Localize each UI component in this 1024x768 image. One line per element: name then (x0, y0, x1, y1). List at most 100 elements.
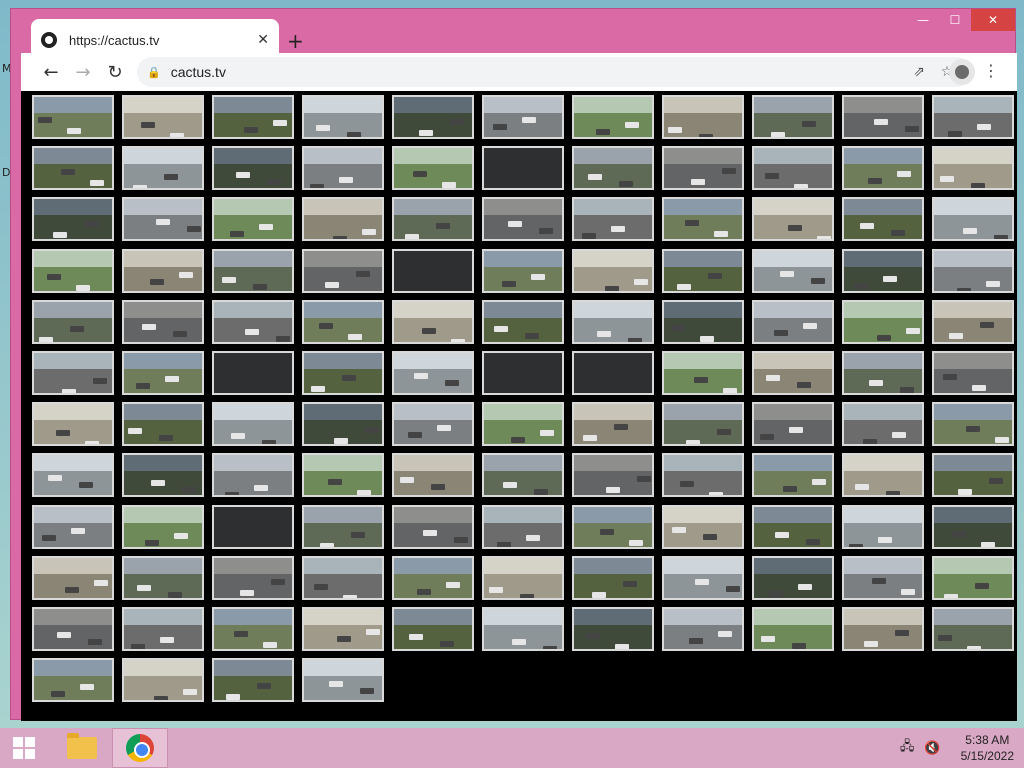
camera-thumbnail[interactable] (842, 607, 924, 651)
camera-thumbnail[interactable] (392, 197, 474, 242)
camera-thumbnail[interactable] (392, 95, 474, 139)
camera-thumbnail[interactable] (212, 607, 294, 651)
network-icon[interactable]: 🖧 (900, 737, 915, 759)
camera-thumbnail[interactable] (392, 402, 474, 447)
camera-thumbnail[interactable] (572, 197, 654, 242)
camera-thumbnail-offline[interactable] (392, 248, 474, 293)
camera-thumbnail[interactable] (122, 607, 204, 651)
close-window-button[interactable]: ✕ (971, 9, 1015, 31)
camera-thumbnail[interactable] (572, 402, 654, 447)
camera-thumbnail[interactable] (932, 95, 1014, 139)
camera-thumbnail[interactable] (32, 248, 114, 293)
camera-thumbnail[interactable] (32, 95, 114, 139)
camera-thumbnail[interactable] (662, 197, 744, 242)
camera-thumbnail[interactable] (32, 299, 114, 344)
camera-thumbnail[interactable] (122, 351, 204, 395)
url-text[interactable]: cactus.tv (171, 64, 905, 80)
share-icon[interactable]: ⇗ (905, 64, 933, 80)
camera-thumbnail[interactable] (122, 555, 204, 600)
camera-thumbnail[interactable] (932, 607, 1014, 651)
camera-thumbnail[interactable] (482, 504, 564, 549)
camera-thumbnail[interactable] (482, 607, 564, 651)
camera-thumbnail[interactable] (212, 658, 294, 703)
camera-thumbnail[interactable] (752, 197, 834, 242)
camera-thumbnail[interactable] (32, 197, 114, 242)
system-clock[interactable]: 5:38 AM 5/15/2022 (961, 732, 1014, 764)
camera-thumbnail[interactable] (752, 402, 834, 447)
camera-thumbnail[interactable] (842, 248, 924, 293)
camera-thumbnail[interactable] (842, 299, 924, 344)
camera-thumbnail[interactable] (302, 146, 384, 191)
camera-thumbnail[interactable] (392, 453, 474, 498)
camera-thumbnail[interactable] (932, 555, 1014, 600)
camera-thumbnail[interactable] (32, 555, 114, 600)
camera-thumbnail[interactable] (392, 555, 474, 600)
camera-thumbnail[interactable] (842, 351, 924, 395)
camera-thumbnail[interactable] (32, 658, 114, 703)
camera-thumbnail[interactable] (212, 248, 294, 293)
camera-thumbnail[interactable] (122, 146, 204, 191)
camera-thumbnail[interactable] (302, 197, 384, 242)
camera-thumbnail[interactable] (482, 299, 564, 344)
camera-thumbnail[interactable] (662, 504, 744, 549)
camera-thumbnail[interactable] (482, 555, 564, 600)
camera-thumbnail[interactable] (932, 197, 1014, 242)
camera-thumbnail-offline[interactable] (572, 351, 654, 395)
camera-thumbnail[interactable] (212, 95, 294, 139)
camera-thumbnail[interactable] (122, 299, 204, 344)
camera-thumbnail[interactable] (302, 248, 384, 293)
camera-thumbnail[interactable] (482, 197, 564, 242)
camera-thumbnail[interactable] (842, 453, 924, 498)
camera-thumbnail[interactable] (752, 248, 834, 293)
camera-thumbnail[interactable] (302, 453, 384, 498)
camera-thumbnail[interactable] (302, 402, 384, 447)
camera-thumbnail[interactable] (212, 453, 294, 498)
camera-thumbnail[interactable] (662, 146, 744, 191)
camera-thumbnail[interactable] (392, 504, 474, 549)
camera-thumbnail[interactable] (482, 95, 564, 139)
camera-thumbnail[interactable] (572, 248, 654, 293)
camera-thumbnail[interactable] (392, 607, 474, 651)
camera-thumbnail[interactable] (32, 402, 114, 447)
camera-thumbnail[interactable] (212, 299, 294, 344)
camera-thumbnail[interactable] (32, 453, 114, 498)
camera-thumbnail[interactable] (752, 607, 834, 651)
camera-thumbnail[interactable] (752, 555, 834, 600)
camera-thumbnail[interactable] (662, 402, 744, 447)
camera-thumbnail[interactable] (842, 146, 924, 191)
camera-thumbnail-offline[interactable] (482, 146, 564, 191)
camera-thumbnail[interactable] (122, 453, 204, 498)
camera-thumbnail[interactable] (212, 197, 294, 242)
camera-thumbnail[interactable] (572, 555, 654, 600)
camera-thumbnail-offline[interactable] (482, 351, 564, 395)
camera-thumbnail[interactable] (662, 351, 744, 395)
camera-thumbnail[interactable] (302, 299, 384, 344)
camera-thumbnail[interactable] (752, 299, 834, 344)
camera-thumbnail[interactable] (392, 146, 474, 191)
camera-thumbnail[interactable] (572, 453, 654, 498)
new-tab-button[interactable]: + (287, 31, 304, 51)
camera-thumbnail[interactable] (212, 555, 294, 600)
camera-thumbnail[interactable] (932, 453, 1014, 498)
camera-thumbnail[interactable] (32, 351, 114, 395)
camera-thumbnail[interactable] (122, 95, 204, 139)
camera-thumbnail[interactable] (662, 299, 744, 344)
camera-thumbnail[interactable] (122, 402, 204, 447)
camera-thumbnail[interactable] (122, 658, 204, 703)
camera-thumbnail[interactable] (752, 351, 834, 395)
camera-thumbnail[interactable] (842, 402, 924, 447)
camera-thumbnail[interactable] (302, 504, 384, 549)
camera-thumbnail[interactable] (752, 95, 834, 139)
camera-thumbnail[interactable] (392, 299, 474, 344)
camera-thumbnail[interactable] (842, 95, 924, 139)
camera-thumbnail[interactable] (662, 555, 744, 600)
camera-thumbnail[interactable] (662, 607, 744, 651)
camera-thumbnail[interactable] (662, 95, 744, 139)
browser-menu-button[interactable]: ⋮ (983, 61, 999, 80)
camera-thumbnail[interactable] (932, 504, 1014, 549)
taskbar-chrome[interactable] (112, 728, 168, 768)
camera-thumbnail[interactable] (932, 248, 1014, 293)
camera-thumbnail[interactable] (302, 555, 384, 600)
camera-thumbnail[interactable] (32, 146, 114, 191)
camera-thumbnail[interactable] (482, 453, 564, 498)
